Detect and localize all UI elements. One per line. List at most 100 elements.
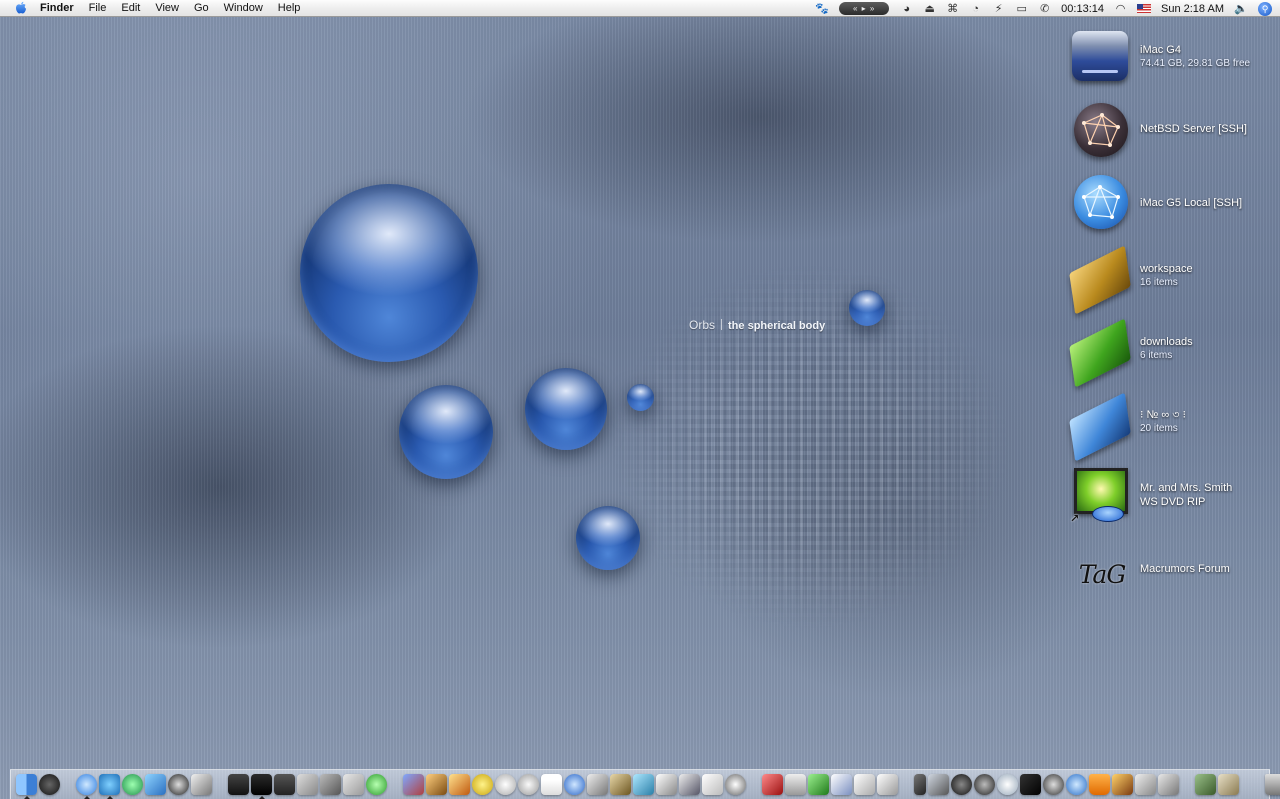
menu-bar: Finder File Edit View Go Window Help 🐾 «… <box>0 0 1280 17</box>
safari-icon[interactable] <box>76 774 97 799</box>
desktop-item-macrumors-forum[interactable]: TaG Macrumors Forum <box>1070 546 1280 608</box>
frog-icon[interactable] <box>1158 774 1179 795</box>
script-icon[interactable] <box>1218 774 1239 795</box>
finder-icon[interactable] <box>16 774 37 799</box>
calendar-icon[interactable] <box>541 774 562 795</box>
iphoto-icon[interactable] <box>426 774 447 795</box>
birds-icon[interactable] <box>679 774 700 795</box>
desktop-item-dvd-rip[interactable]: ↗ Mr. and Mrs. Smith WS DVD RIP <box>1070 466 1280 528</box>
phone-icon[interactable]: ✆ <box>1038 3 1051 15</box>
dashboard-icon[interactable] <box>39 774 60 795</box>
calculator-icon[interactable] <box>785 774 806 795</box>
timer-readout[interactable]: 00:13:14 <box>1061 3 1104 15</box>
disk-utility-icon[interactable] <box>297 774 318 795</box>
orb-small-right <box>849 290 885 326</box>
desktop-item-downloads[interactable]: downloads 6 items <box>1069 318 1280 388</box>
volume-icon[interactable]: 🔈 <box>1234 3 1248 15</box>
itunes-controls[interactable]: « ▸ » <box>839 2 890 15</box>
binoculars-icon[interactable]: ⌘ <box>946 3 959 15</box>
console-icon[interactable] <box>274 774 295 795</box>
camera-icon[interactable] <box>974 774 995 795</box>
eject-icon[interactable]: ⏏ <box>923 3 936 15</box>
dvd-disc-icon <box>1092 506 1124 522</box>
menu-window[interactable]: Window <box>224 0 263 17</box>
tools-icon[interactable] <box>320 774 341 795</box>
desktop-item-imac-g5-local[interactable]: iMac G5 Local [SSH] <box>1070 172 1280 234</box>
apple-menu-icon[interactable] <box>14 1 28 15</box>
transmit-icon[interactable] <box>656 774 677 795</box>
chart-tool-icon[interactable] <box>610 774 631 795</box>
video-icon[interactable] <box>1020 774 1041 795</box>
notes-icon[interactable] <box>877 774 898 795</box>
spotlight-search-icon[interactable]: ⚲ <box>1258 1 1272 16</box>
menu-view[interactable]: View <box>155 0 179 17</box>
menu-app-finder[interactable]: Finder <box>40 0 74 17</box>
speaker-icon[interactable] <box>951 774 972 795</box>
document-icon[interactable] <box>854 774 875 795</box>
address-book-icon[interactable] <box>587 774 608 795</box>
dvd-player-icon[interactable] <box>997 774 1018 795</box>
desktop-item-netbsd-server[interactable]: NetBSD Server [SSH] <box>1070 100 1280 162</box>
globe-icon[interactable] <box>122 774 143 795</box>
speech-icon[interactable] <box>518 774 539 795</box>
terminal-icon[interactable] <box>251 774 272 799</box>
menu-go[interactable]: Go <box>194 0 209 17</box>
ichat-icon[interactable] <box>366 774 387 795</box>
sword-icon[interactable] <box>1195 774 1216 795</box>
desktop-item-label: ⁝ № ∞ ৩ ⁝ <box>1140 409 1187 421</box>
wifi-icon[interactable]: ◠ <box>1114 3 1127 15</box>
photo-icon[interactable] <box>403 774 424 795</box>
menu-clock[interactable]: Sun 2:18 AM <box>1161 3 1224 15</box>
orb-small-bottom <box>576 506 640 570</box>
menu-edit[interactable]: Edit <box>121 0 140 17</box>
excel-icon[interactable] <box>808 774 829 795</box>
mail-icon[interactable] <box>343 774 364 795</box>
orb-large <box>300 184 478 362</box>
us-flag-input-icon[interactable] <box>1137 4 1151 13</box>
paw-icon[interactable]: 🐾 <box>815 3 829 15</box>
preview-icon[interactable] <box>191 774 212 795</box>
flow-icon[interactable] <box>1066 774 1087 795</box>
screen-icon[interactable] <box>228 774 249 795</box>
fish-icon[interactable] <box>633 774 654 795</box>
menu-file[interactable]: File <box>89 0 107 17</box>
guitar-icon[interactable] <box>914 774 926 795</box>
emulator-icon[interactable] <box>1135 774 1156 795</box>
menu-help[interactable]: Help <box>278 0 301 17</box>
desktop-item-workspace[interactable]: workspace 16 items <box>1069 245 1280 315</box>
bolt-icon[interactable]: ⚡ <box>992 3 1005 15</box>
itunes-icon[interactable] <box>564 774 585 795</box>
desktop-item-imac-g4[interactable]: iMac G4 74.41 GB, 29.81 GB free <box>1070 25 1280 87</box>
quicktime-icon[interactable] <box>1043 774 1064 795</box>
compass-icon[interactable] <box>725 774 746 795</box>
chat-bubble-icon[interactable] <box>495 774 516 795</box>
palette-icon[interactable]: ◕ <box>900 3 913 15</box>
desktop-item-detail: 20 items <box>1140 423 1178 434</box>
desktop-item-detail: 74.41 GB, 29.81 GB free <box>1140 58 1251 69</box>
tag-logo: TaG <box>1078 560 1127 589</box>
mixer-icon[interactable] <box>928 774 949 795</box>
desktop-item-label: downloads <box>1140 336 1193 348</box>
desktop-item-label: Macrumors Forum <box>1140 563 1230 575</box>
orb-medium-center <box>525 368 607 450</box>
display-icon[interactable]: ▭ <box>1015 3 1028 15</box>
pdf-icon[interactable] <box>762 774 783 795</box>
textedit-icon[interactable] <box>702 774 723 795</box>
webcam-icon[interactable] <box>168 774 189 795</box>
desktop-item-detail: 6 items <box>1140 350 1173 361</box>
network-icon[interactable] <box>99 774 120 799</box>
desktop-item-symbols-folder[interactable]: ⁝ № ∞ ৩ ⁝ 20 items <box>1069 392 1280 462</box>
wallpaper-tagline: Orbs the spherical body <box>689 318 825 332</box>
folder-icon <box>1069 245 1131 315</box>
puzzle-icon[interactable] <box>145 774 166 795</box>
word-icon[interactable] <box>831 774 852 795</box>
network-server-icon <box>1074 175 1128 229</box>
vlc-icon[interactable] <box>1089 774 1110 795</box>
image-editor-icon[interactable] <box>449 774 470 795</box>
wallpaper-subtitle: the spherical body <box>728 320 826 332</box>
coin-icon[interactable] <box>472 774 493 795</box>
time-machine-icon[interactable]: ◔ <box>969 3 982 15</box>
trash-icon[interactable] <box>1265 774 1280 795</box>
games-icon[interactable] <box>1112 774 1133 795</box>
desktop-item-label: iMac G5 Local [SSH] <box>1140 197 1243 209</box>
